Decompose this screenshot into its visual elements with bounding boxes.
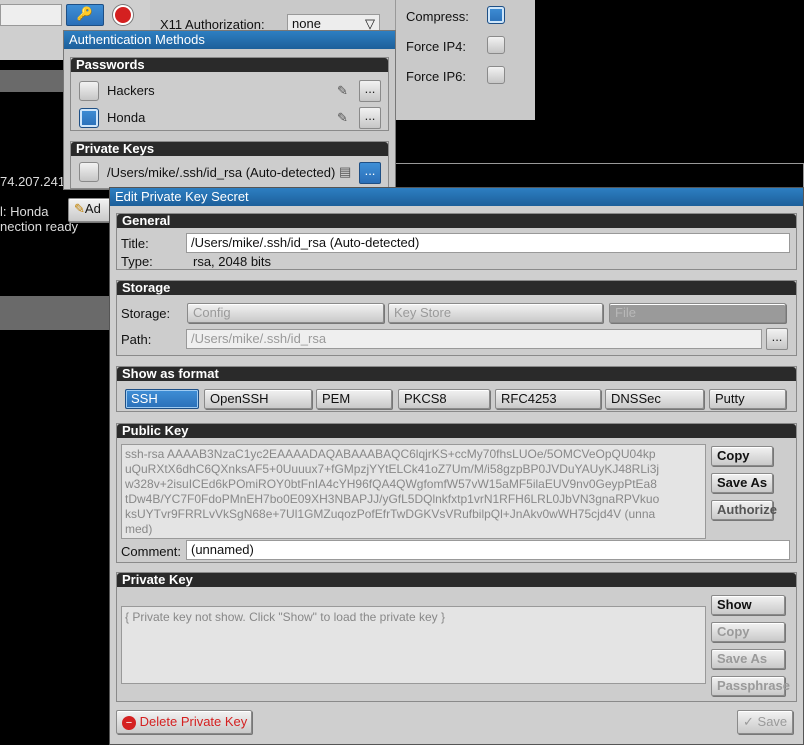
delete-icon: − (122, 715, 136, 730)
compress-checkbox[interactable] (487, 6, 505, 24)
ip-fragment: 74.207.241. (0, 174, 69, 189)
password-hackers-checkbox[interactable] (79, 81, 99, 101)
edit-icon[interactable]: ✎ (337, 83, 348, 99)
private-key-save-as-button[interactable]: Save As (711, 649, 785, 669)
key-icon: 🔑 (76, 6, 94, 21)
comment-input[interactable]: (unnamed) (186, 540, 790, 560)
save-label: Save (757, 714, 788, 729)
path-input[interactable]: /Users/mike/.ssh/id_rsa (186, 329, 762, 349)
storage-keystore-button[interactable]: Key Store (388, 303, 603, 323)
dialog-titlebar: Edit Private Key Secret (110, 188, 803, 206)
passwords-section: Passwords Hackers ✎ ... Honda ✎ ... (70, 57, 389, 131)
delete-private-key-button[interactable]: − Delete Private Key (116, 710, 252, 734)
connection-fragment: nection ready (0, 219, 79, 234)
force-ip6-label: Force IP6: (406, 69, 466, 84)
private-key-passphrase-button[interactable]: Passphrase (711, 676, 790, 696)
format-dnssec-button[interactable]: DNSSec (605, 389, 704, 409)
force-ip4-label: Force IP4: (406, 39, 466, 54)
private-key-checkbox[interactable] (79, 162, 99, 182)
private-keys-section: Private Keys /Users/mike/.ssh/id_rsa (Au… (70, 141, 389, 189)
background-host-field[interactable] (0, 4, 62, 26)
edit-icon[interactable]: ✎ (337, 110, 348, 126)
format-section: Show as format SSH OpenSSH PEM PKCS8 RFC… (116, 366, 797, 412)
public-key-line: med) (125, 522, 153, 536)
format-ssh-button[interactable]: SSH (125, 389, 199, 409)
password-hackers-more-button[interactable]: ... (359, 80, 381, 102)
path-label: Path: (121, 332, 152, 347)
remove-icon[interactable] (113, 5, 133, 25)
compress-label: Compress: (406, 9, 469, 24)
general-title: General (117, 214, 796, 228)
format-rfc4253-button[interactable]: RFC4253 (495, 389, 601, 409)
edit-key-dialog: Edit Private Key Secret General Title: /… (109, 187, 804, 745)
public-key-textarea[interactable]: ssh-rsa AAAAB3NzaC1yc2EAAAADAQABAAABAQC6… (121, 444, 706, 539)
format-openssh-button[interactable]: OpenSSH (204, 389, 312, 409)
title-input[interactable]: /Users/mike/.ssh/id_rsa (Auto-detected) (186, 233, 790, 253)
format-pkcs8-button[interactable]: PKCS8 (398, 389, 490, 409)
auth-methods-titlebar: Authentication Methods (64, 31, 395, 49)
auth-methods-title: Authentication Methods (69, 32, 205, 47)
public-key-line: w328v+2isuICEd6kPOmiROY0btFnIA4cYH96fQA4… (125, 477, 657, 491)
background-add-button[interactable]: ✎Ad (68, 198, 112, 222)
storage-label: Storage: (121, 306, 171, 321)
force-ip6-checkbox[interactable] (487, 66, 505, 84)
private-key-label: /Users/mike/.ssh/id_rsa (Auto-detected) (107, 165, 336, 180)
passwords-title: Passwords (71, 58, 388, 72)
checkmark-icon: ✓ (743, 714, 754, 729)
comment-label: Comment: (121, 544, 181, 559)
format-title: Show as format (117, 367, 796, 381)
public-key-title: Public Key (117, 424, 796, 438)
background-key-button[interactable]: 🔑 (66, 4, 104, 26)
background-input-bar (395, 163, 804, 188)
honda-fragment: l: Honda (0, 204, 49, 219)
type-label: Type: (121, 254, 153, 269)
public-key-line: tDw4B/YC7F0FdoPMnEH7bo0E09XH3NBAPJJ/yGfL… (125, 492, 660, 506)
storage-section: Storage Storage: Config Key Store File P… (116, 280, 797, 356)
password-hackers-label: Hackers (107, 83, 155, 98)
key-file-icon: ▤ (339, 164, 352, 179)
private-key-textarea[interactable]: { Private key not show. Click "Show" to … (121, 606, 706, 684)
storage-file-button[interactable]: File (609, 303, 786, 323)
storage-config-button[interactable]: Config (187, 303, 384, 323)
format-pem-button[interactable]: PEM (316, 389, 392, 409)
public-key-line: ssh-rsa AAAAB3NzaC1yc2EAAAADAQABAAABAQC6… (125, 447, 656, 461)
public-key-copy-button[interactable]: Copy (711, 446, 773, 466)
type-value: rsa, 2048 bits (193, 254, 272, 269)
public-key-section: Public Key ssh-rsa AAAAB3NzaC1yc2EAAAADA… (116, 423, 797, 563)
force-ip4-checkbox[interactable] (487, 36, 505, 54)
storage-title: Storage (117, 281, 796, 295)
add-key-icon: ✎ (74, 201, 85, 216)
public-key-line: uQuRXtX6dhC6QXnksAF5+0Uuuux7+fGMpzjYYtEL… (125, 462, 660, 476)
dialog-title: Edit Private Key Secret (115, 189, 249, 204)
auth-methods-window: Authentication Methods Passwords Hackers… (63, 30, 396, 190)
save-button[interactable]: ✓ Save (737, 710, 793, 734)
background-gray-strip (0, 70, 70, 92)
public-key-save-as-button[interactable]: Save As (711, 473, 773, 493)
private-key-copy-button[interactable]: Copy (711, 622, 785, 642)
private-key-more-button[interactable]: ... (359, 162, 381, 184)
public-key-line: ksUYTvr9FRRLvVkSgN68e+7Ul1GMZuqozPofEfrT… (125, 507, 656, 521)
password-honda-checkbox[interactable] (79, 108, 99, 128)
password-honda-label: Honda (107, 110, 146, 125)
private-key-placeholder: { Private key not show. Click "Show" to … (125, 610, 446, 624)
private-key-title: Private Key (117, 573, 796, 587)
general-section: General Title: /Users/mike/.ssh/id_rsa (… (116, 213, 797, 270)
private-key-show-button[interactable]: Show (711, 595, 785, 615)
password-honda-more-button[interactable]: ... (359, 107, 381, 129)
delete-private-key-label: Delete Private Key (139, 714, 248, 729)
path-browse-button[interactable]: ... (766, 328, 788, 350)
format-putty-button[interactable]: Putty (709, 389, 786, 409)
title-label: Title: (121, 236, 149, 251)
public-key-authorize-button[interactable]: Authorize (711, 500, 777, 520)
background-gray-strip-2 (0, 296, 110, 330)
private-keys-title: Private Keys (71, 142, 388, 156)
private-key-section: Private Key { Private key not show. Clic… (116, 572, 797, 702)
